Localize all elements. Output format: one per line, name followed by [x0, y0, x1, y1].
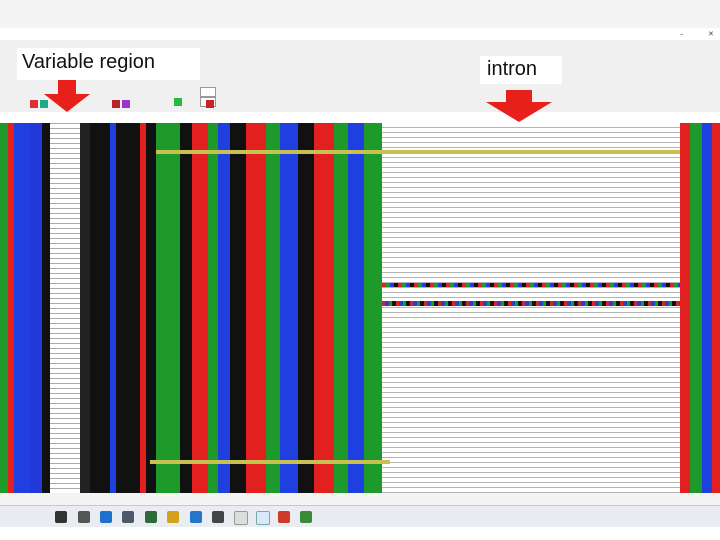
intron-sequence-row	[382, 283, 680, 287]
window-minimize-icon[interactable]: –	[680, 30, 684, 38]
intron-sequence-row	[382, 301, 680, 306]
intron-gap-rows	[382, 123, 680, 493]
toolbar-icon[interactable]	[112, 100, 120, 108]
intron-label-box: intron	[480, 56, 562, 84]
taskbar-app-icon[interactable]	[190, 511, 202, 523]
taskbar-app-icon[interactable]	[167, 511, 179, 523]
taskbar-app-icon[interactable]	[145, 511, 157, 523]
alignment-block	[156, 123, 382, 493]
arrow-down-icon	[486, 90, 552, 122]
taskbar	[0, 505, 720, 527]
variable-region-label-box: Variable region	[17, 48, 200, 80]
sequence-alignment	[0, 123, 720, 493]
toolbar-icon[interactable]	[122, 100, 130, 108]
variable-region-gaps	[50, 123, 80, 493]
taskbar-app-icon[interactable]	[122, 511, 134, 523]
alignment-block	[80, 123, 156, 493]
toolbar-icon[interactable]	[206, 100, 214, 108]
variable-region-label: Variable region	[22, 51, 156, 73]
window-titlebar: – ✕	[0, 28, 720, 40]
toolbar-icon[interactable]	[174, 98, 182, 106]
taskbar-app-icon[interactable]	[78, 511, 90, 523]
alignment-block	[0, 123, 50, 493]
highlighted-sequence-row	[150, 460, 390, 464]
taskbar-app-icon[interactable]	[256, 511, 270, 525]
toolbar-icon[interactable]	[30, 100, 38, 108]
taskbar-app-icon[interactable]	[234, 511, 248, 525]
slide: – ✕ Variable region intron	[0, 0, 720, 540]
settings-field[interactable]	[200, 87, 216, 97]
intron-label: intron	[487, 58, 538, 80]
taskbar-app-icon[interactable]	[55, 511, 67, 523]
window-close-icon[interactable]: ✕	[708, 30, 714, 38]
taskbar-app-icon[interactable]	[212, 511, 224, 523]
taskbar-app-icon[interactable]	[278, 511, 290, 523]
taskbar-app-icon[interactable]	[100, 511, 112, 523]
taskbar-app-icon[interactable]	[300, 511, 312, 523]
arrow-down-icon	[44, 80, 90, 112]
highlighted-sequence-row	[156, 150, 680, 154]
alignment-block	[680, 123, 720, 493]
